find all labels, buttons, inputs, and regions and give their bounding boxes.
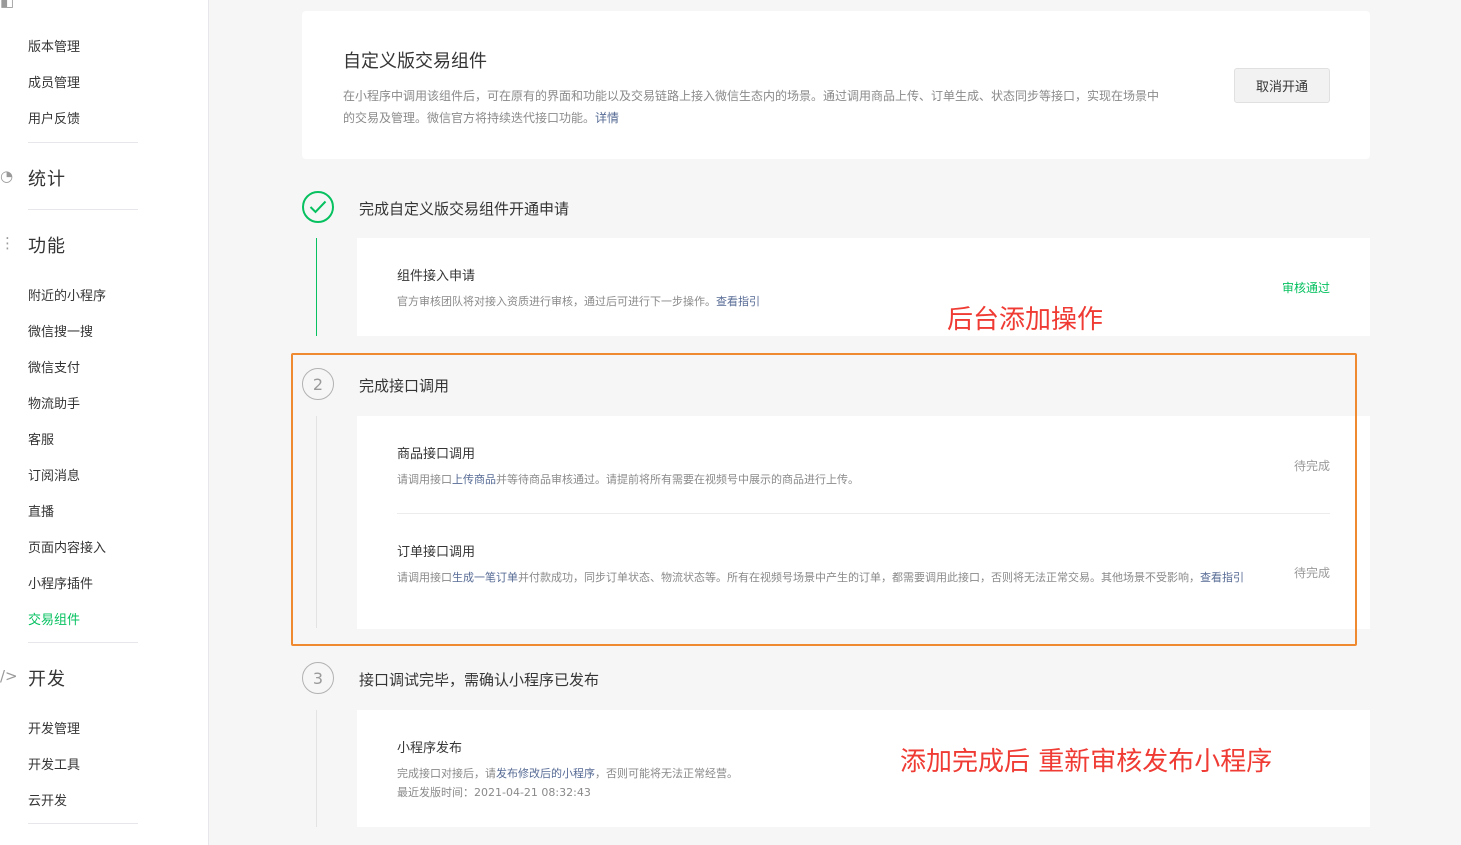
publish-miniprogram-link[interactable]: 发布修改后的小程序 <box>496 767 595 780</box>
sidebar-section-features[interactable]: 功能 <box>28 232 66 258</box>
apply-item-title: 组件接入申请 <box>397 269 476 284</box>
publish-item-title: 小程序发布 <box>397 741 463 756</box>
last-release-time: 最近发版时间：2021-04-21 08:32:43 <box>397 786 591 799</box>
sidebar-item-trade-component[interactable]: 交易组件 <box>28 609 80 628</box>
apply-item-desc: 官方审核团队将对接入资质进行审核，通过后可进行下一步操作。查看指引 <box>397 292 760 311</box>
sidebar-divider <box>28 642 138 643</box>
sidebar-section-stats[interactable]: 统计 <box>28 165 66 191</box>
sidebar: ◧ 版本管理 成员管理 用户反馈 ◔ 统计 ⋮ 功能 附近的小程序 微信搜一搜 … <box>0 0 209 845</box>
sidebar-item-plugin[interactable]: 小程序插件 <box>28 573 93 592</box>
sidebar-divider <box>28 142 138 143</box>
step-3-number: 3 <box>302 662 334 694</box>
features-grid-icon: ⋮ <box>0 234 15 252</box>
sidebar-item-logistics[interactable]: 物流助手 <box>28 393 80 412</box>
annotation-backend: 后台添加操作 <box>947 305 1104 335</box>
step-3-title: 接口调试完毕，需确认小程序已发布 <box>359 671 600 689</box>
sidebar-divider <box>28 209 138 210</box>
step-3-connector <box>316 710 317 827</box>
description-text: 在小程序中调用该组件后，可在原有的界面和功能以及交易链路上接入微信生态内的场景。… <box>343 89 1160 125</box>
dev-code-icon: /> <box>0 667 18 685</box>
publish-desc-post: ，否则可能将无法正常经营。 <box>595 767 738 780</box>
apply-desc-text: 官方审核团队将对接入资质进行审核，通过后可进行下一步操作。 <box>397 295 716 308</box>
sidebar-item-service[interactable]: 客服 <box>28 429 54 448</box>
sidebar-item-pay[interactable]: 微信支付 <box>28 357 80 376</box>
annotation-republish: 添加完成后 重新审核发布小程序 <box>900 747 1273 777</box>
step-1-card: 组件接入申请 官方审核团队将对接入资质进行审核，通过后可进行下一步操作。查看指引… <box>357 238 1370 336</box>
sidebar-item-feedback[interactable]: 用户反馈 <box>28 108 80 127</box>
sidebar-item-content[interactable]: 页面内容接入 <box>28 537 106 556</box>
sidebar-item-dev-tools[interactable]: 开发工具 <box>28 754 80 773</box>
sidebar-divider <box>28 823 138 824</box>
sidebar-item-dev-manage[interactable]: 开发管理 <box>28 718 80 737</box>
cancel-activation-button[interactable]: 取消开通 <box>1234 68 1330 103</box>
step-1-done-indicator <box>302 191 334 223</box>
details-link[interactable]: 详情 <box>595 111 619 125</box>
highlight-box <box>291 353 1357 646</box>
step-1-title: 完成自定义版交易组件开通申请 <box>359 200 570 218</box>
page-title: 自定义版交易组件 <box>343 51 487 72</box>
main-content: 自定义版交易组件 在小程序中调用该组件后，可在原有的界面和功能以及交易链路上接入… <box>209 0 1461 845</box>
component-header-card: 自定义版交易组件 在小程序中调用该组件后，可在原有的界面和功能以及交易链路上接入… <box>302 11 1370 159</box>
check-icon <box>309 200 327 214</box>
admin-icon: ◧ <box>0 0 15 10</box>
publish-item-desc: 完成接口对接后，请发布修改后的小程序，否则可能将无法正常经营。 <box>397 764 738 783</box>
component-description: 在小程序中调用该组件后，可在原有的界面和功能以及交易链路上接入微信生态内的场景。… <box>343 85 1163 129</box>
view-guide-link[interactable]: 查看指引 <box>716 295 760 308</box>
sidebar-item-subscribe[interactable]: 订阅消息 <box>28 465 80 484</box>
sidebar-item-cloud[interactable]: 云开发 <box>28 790 67 809</box>
sidebar-section-dev[interactable]: 开发 <box>28 665 66 691</box>
sidebar-item-version[interactable]: 版本管理 <box>28 36 80 55</box>
publish-desc-pre: 完成接口对接后，请 <box>397 767 496 780</box>
status-badge-approved: 审核通过 <box>1281 281 1330 295</box>
stats-pie-icon: ◔ <box>0 167 14 185</box>
sidebar-item-nearby[interactable]: 附近的小程序 <box>28 285 106 304</box>
step-1-connector <box>316 238 317 336</box>
sidebar-item-live[interactable]: 直播 <box>28 501 54 520</box>
sidebar-item-search[interactable]: 微信搜一搜 <box>28 321 93 340</box>
sidebar-item-members[interactable]: 成员管理 <box>28 72 80 91</box>
